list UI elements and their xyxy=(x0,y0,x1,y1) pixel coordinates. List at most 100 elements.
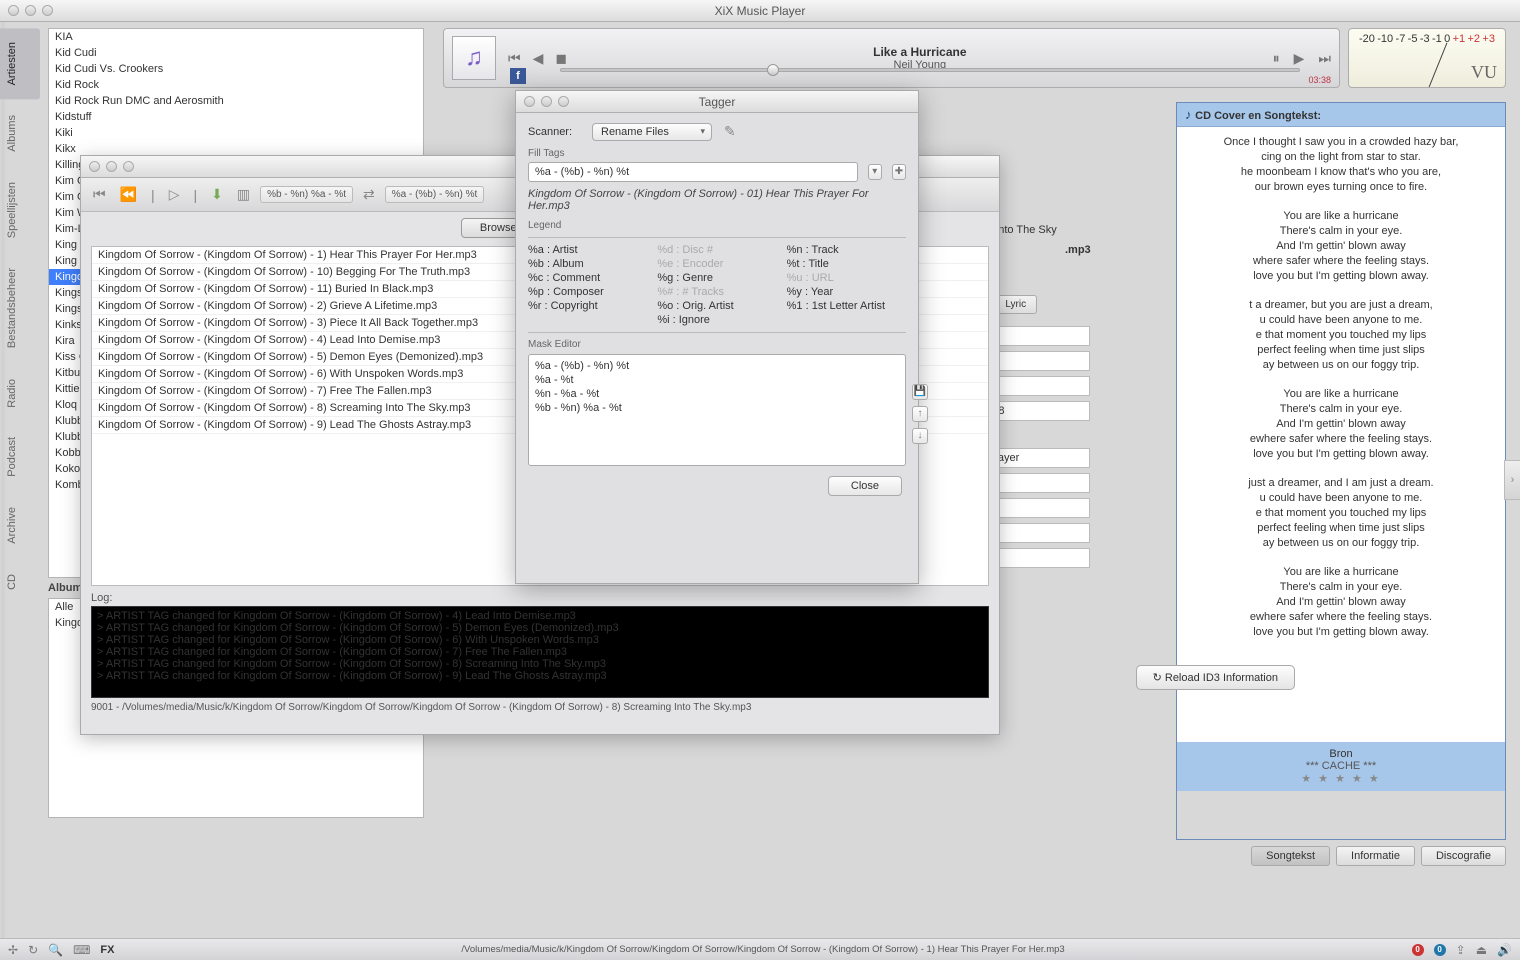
red-badge[interactable]: 0 xyxy=(1412,944,1424,956)
sidetab-archive[interactable]: Archive xyxy=(0,493,40,558)
mask-dropdown-icon[interactable]: ▾ xyxy=(868,164,882,180)
close-button[interactable]: Close xyxy=(828,476,902,496)
pause-icon[interactable]: ⏸ xyxy=(1273,50,1280,67)
edit-icon[interactable]: ✎ xyxy=(720,121,740,142)
mask-item[interactable]: %n - %a - %t xyxy=(535,387,899,401)
bottom-tab-discografie[interactable]: Discografie xyxy=(1421,846,1506,866)
albums-label: Album xyxy=(48,582,82,594)
mask-item[interactable]: %a - (%b) - %n) %t xyxy=(535,359,899,373)
log-line: > ARTIST TAG changed for Kingdom Of Sorr… xyxy=(97,670,983,682)
stop-icon[interactable]: ◼ xyxy=(555,50,567,67)
sidetab-podcast[interactable]: Podcast xyxy=(0,423,40,491)
music-note-icon: ♫ xyxy=(452,36,496,80)
eject-icon[interactable]: ⏏ xyxy=(1476,943,1487,957)
play-small-icon[interactable]: ▷ xyxy=(165,184,184,205)
artist-row[interactable]: Kid Rock Run DMC and Aerosmith xyxy=(49,93,423,109)
artist-row[interactable]: Kid Cudi xyxy=(49,45,423,61)
log-line: > ARTIST TAG changed for Kingdom Of Sorr… xyxy=(97,646,983,658)
mask-input[interactable] xyxy=(528,162,858,182)
now-playing-title: Like a Hurricane xyxy=(577,45,1263,59)
log-line: > ARTIST TAG changed for Kingdom Of Sorr… xyxy=(97,610,983,622)
artist-row[interactable]: Kid Cudi Vs. Crookers xyxy=(49,61,423,77)
toolbar-mask-2[interactable]: %a - (%b) - %n) %t xyxy=(385,186,485,203)
progress-bar[interactable] xyxy=(560,68,1300,76)
mask-down-icon[interactable]: ↓ xyxy=(912,428,928,444)
footer-bar: ✢ ↻ 🔍 ⌨ FX /Volumes/media/Music/k/Kingdo… xyxy=(0,938,1520,960)
mask-editor-list[interactable]: %a - (%b) - %n) %t%a - %t%n - %a - %t%b … xyxy=(528,354,906,466)
expand-right-icon[interactable]: › xyxy=(1504,460,1520,500)
status-line: 9001 - /Volumes/media/Music/k/Kingdom Of… xyxy=(91,702,989,713)
lyrics-footer: Bron *** CACHE *** ★ ★ ★ ★ ★ xyxy=(1177,742,1505,791)
volume-icon[interactable]: 🔊 xyxy=(1497,943,1512,957)
log-line: > ARTIST TAG changed for Kingdom Of Sorr… xyxy=(97,622,983,634)
bottom-tab-songtekst[interactable]: Songtekst xyxy=(1251,846,1330,866)
search-icon[interactable]: 🔍 xyxy=(48,943,63,957)
log-label: Log: xyxy=(91,592,989,604)
back-icon[interactable]: ⏪ xyxy=(116,184,141,205)
mask-save-icon[interactable]: 💾 xyxy=(912,384,928,400)
fx-button[interactable]: FX xyxy=(100,944,114,956)
filltags-label: Fill Tags xyxy=(528,148,906,159)
columns-icon[interactable]: ▥ xyxy=(233,184,254,205)
legend-label: Legend xyxy=(528,220,906,231)
play-back-icon[interactable]: ◀ xyxy=(533,50,544,67)
log-box[interactable]: > ARTIST TAG changed for Kingdom Of Sorr… xyxy=(91,606,989,698)
lyric-tab[interactable]: Lyric xyxy=(994,295,1037,314)
tagger-window: Tagger Scanner: Rename Files ✎ Fill Tags… xyxy=(515,90,919,584)
log-line: > ARTIST TAG changed for Kingdom Of Sorr… xyxy=(97,634,983,646)
rating-stars[interactable]: ★ ★ ★ ★ ★ xyxy=(1183,772,1499,785)
keyboard-icon[interactable]: ⌨ xyxy=(73,943,90,957)
main-titlebar: XiX Music Player xyxy=(0,0,1520,22)
sidetab-radio[interactable]: Radio xyxy=(0,365,40,422)
mask-add-icon[interactable]: ✚ xyxy=(892,164,906,180)
lyrics-header: ♪ CD Cover en Songtekst: xyxy=(1177,103,1505,127)
repeat-icon[interactable]: ↻ xyxy=(28,943,38,957)
divider-icon: | xyxy=(189,185,201,205)
side-tabs: ArtiestenAlbumsSpeellijstenBestandsbehee… xyxy=(0,28,40,606)
download-icon[interactable]: ⬇ xyxy=(207,184,227,205)
prev-track-icon[interactable]: ⏮ xyxy=(508,50,521,67)
shuffle-icon[interactable]: ✢ xyxy=(8,943,18,957)
vu-label: VU xyxy=(1471,62,1497,83)
log-line: > ARTIST TAG changed for Kingdom Of Sorr… xyxy=(97,658,983,670)
scanner-label: Scanner: xyxy=(528,126,584,138)
mask-editor-label: Mask Editor xyxy=(528,339,906,350)
artist-row[interactable]: KIA xyxy=(49,29,423,45)
artist-row[interactable]: Kiki xyxy=(49,125,423,141)
sidetab-speellijsten[interactable]: Speellijsten xyxy=(0,168,40,252)
bottom-tab-informatie[interactable]: Informatie xyxy=(1336,846,1415,866)
toolbar-mask-1[interactable]: %b - %n) %a - %t xyxy=(260,186,353,203)
traffic-lights[interactable] xyxy=(0,5,53,16)
lyrics-body[interactable]: Once I thought I saw you in a crowded ha… xyxy=(1177,127,1505,742)
mask-item[interactable]: %b - %n) %a - %t xyxy=(535,401,899,415)
facebook-icon[interactable]: f xyxy=(510,68,526,84)
divider-icon: | xyxy=(147,185,159,205)
reload-id3-button[interactable]: ↻ Reload ID3 Information xyxy=(1136,665,1295,690)
next-track-icon[interactable]: ⏭ xyxy=(1318,50,1331,67)
artist-row[interactable]: Kidstuff xyxy=(49,109,423,125)
sidetab-artiesten[interactable]: Artiesten xyxy=(0,28,40,99)
mask-item[interactable]: %a - %t xyxy=(535,373,899,387)
lyrics-bottom-tabs: Songtekst Informatie Discografie xyxy=(1251,846,1506,866)
apply-icon[interactable]: ⇄ xyxy=(359,184,379,205)
sidetab-albums[interactable]: Albums xyxy=(0,101,40,166)
sidetab-cd[interactable]: CD xyxy=(0,560,40,604)
tagger-titlebar[interactable]: Tagger xyxy=(516,91,918,113)
artist-row[interactable]: Kid Rock xyxy=(49,77,423,93)
legend-grid: %a : Artist%d : Disc #%n : Track%b : Alb… xyxy=(528,244,906,326)
blue-badge[interactable]: 0 xyxy=(1434,944,1446,956)
vu-meter: -20-10-7-5-3-10+1+2+3 VU xyxy=(1348,28,1506,88)
partial-ext: .mp3 xyxy=(1065,244,1091,256)
sidetab-bestandsbeheer[interactable]: Bestandsbeheer xyxy=(0,254,40,362)
mask-preview: Kingdom Of Sorrow - (Kingdom Of Sorrow) … xyxy=(528,188,906,212)
upload-icon[interactable]: ⇪ xyxy=(1456,943,1466,957)
scanner-select[interactable]: Rename Files xyxy=(592,123,712,141)
mask-up-icon[interactable]: ↑ xyxy=(912,406,928,422)
play-icon[interactable]: ▶ xyxy=(1294,50,1305,67)
lyrics-panel: ♪ CD Cover en Songtekst: Once I thought … xyxy=(1176,102,1506,840)
footer-path: /Volumes/media/Music/k/Kingdom Of Sorrow… xyxy=(124,944,1401,955)
player-bar: ♫ ⏮ ◀ ◼ Like a Hurricane Neil Young ⏸ ▶ … xyxy=(443,28,1340,88)
window-title: XiX Music Player xyxy=(0,4,1520,18)
time-remaining: 03:38 xyxy=(1308,75,1331,85)
rewind-icon[interactable]: ⏮ xyxy=(89,184,110,205)
